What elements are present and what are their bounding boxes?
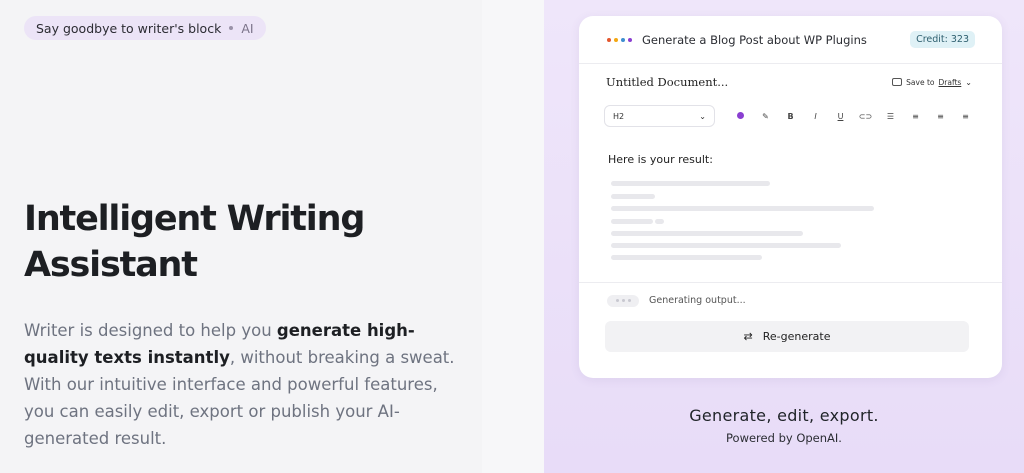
list-icon[interactable]: ☰ bbox=[878, 112, 903, 121]
save-to-drafts-button[interactable]: Save to Drafts ⌄ bbox=[892, 78, 972, 87]
generating-status: Generating output... bbox=[579, 282, 1002, 318]
link-icon[interactable]: ⊂⊃ bbox=[853, 112, 878, 121]
credit-badge: Credit: 323 bbox=[910, 31, 975, 48]
swap-arrows-icon: ⇄ bbox=[743, 330, 753, 343]
description: Writer is designed to help you generate … bbox=[24, 317, 464, 452]
title-line-2: Assistant bbox=[24, 245, 198, 285]
document-title[interactable]: Untitled Document... bbox=[606, 75, 892, 89]
placeholder-lines bbox=[611, 178, 1002, 268]
right-panel: Generate a Blog Post about WP Plugins Cr… bbox=[544, 0, 1024, 473]
align-right-icon[interactable]: ≡ bbox=[953, 112, 978, 121]
footer-tagline: Generate, edit, export. bbox=[689, 406, 879, 425]
underline-button[interactable]: U bbox=[828, 112, 853, 121]
heading-select-value: H2 bbox=[613, 111, 625, 121]
heading-select[interactable]: H2 ⌄ bbox=[604, 105, 715, 127]
four-dots-logo-icon bbox=[607, 37, 632, 42]
card-header: Generate a Blog Post about WP Plugins Cr… bbox=[579, 16, 1002, 64]
powered-by: Powered by OpenAI. bbox=[726, 431, 842, 445]
toolbar-tools: ✎ B I U ⊂⊃ ☰ ≡ ≡ ≡ bbox=[728, 111, 978, 121]
pill-text: Say goodbye to writer's block bbox=[36, 20, 222, 36]
chevron-down-icon: ⌄ bbox=[965, 77, 972, 87]
format-toolbar: H2 ⌄ ✎ B I U ⊂⊃ ☰ ≡ ≡ ≡ bbox=[579, 103, 1002, 129]
align-center-icon[interactable]: ≡ bbox=[928, 112, 953, 121]
folder-icon bbox=[892, 78, 903, 86]
page-title: Intelligent Writing Assistant bbox=[24, 196, 464, 288]
divider-strip bbox=[482, 0, 544, 473]
save-prefix: Save to bbox=[906, 77, 935, 87]
result-label: Here is your result: bbox=[608, 153, 713, 166]
card-title: Generate a Blog Post about WP Plugins bbox=[642, 32, 867, 47]
tagline-pill: Say goodbye to writer's block AI bbox=[24, 16, 266, 40]
pill-tag: AI bbox=[241, 20, 254, 36]
title-line-1: Intelligent Writing bbox=[24, 199, 365, 239]
regenerate-button[interactable]: ⇄ Re-generate bbox=[605, 321, 969, 352]
generating-text: Generating output... bbox=[649, 295, 746, 306]
description-part-1: Writer is designed to help you bbox=[24, 321, 277, 340]
align-left-icon[interactable]: ≡ bbox=[903, 112, 928, 121]
loading-dots-icon bbox=[607, 294, 639, 307]
chevron-down-icon: ⌄ bbox=[699, 111, 706, 121]
color-dot-icon[interactable] bbox=[728, 111, 753, 121]
bold-button[interactable]: B bbox=[778, 112, 803, 121]
pen-icon[interactable]: ✎ bbox=[753, 112, 778, 121]
editor-card: Generate a Blog Post about WP Plugins Cr… bbox=[579, 16, 1002, 378]
dot-separator-icon bbox=[229, 26, 234, 30]
regenerate-label: Re-generate bbox=[762, 330, 831, 343]
italic-button[interactable]: I bbox=[803, 112, 828, 121]
document-row: Untitled Document... Save to Drafts ⌄ bbox=[579, 64, 1002, 100]
left-panel: Say goodbye to writer's block AI Intelli… bbox=[0, 0, 482, 473]
save-target: Drafts bbox=[938, 77, 962, 87]
